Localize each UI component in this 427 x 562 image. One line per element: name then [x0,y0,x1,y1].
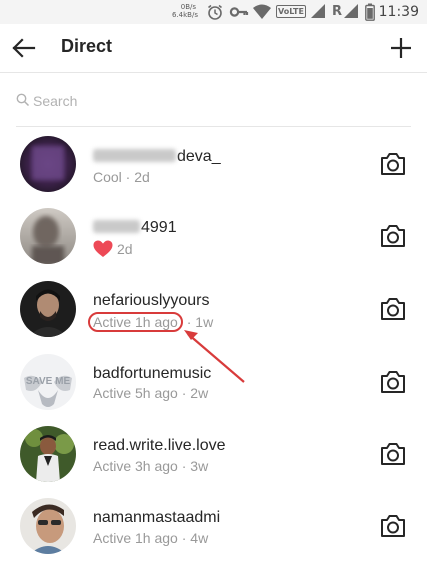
thread-username: namanmastaadmi [93,509,221,526]
avatar-badge-text: SAVE ME [26,376,71,387]
camera-icon[interactable] [379,223,407,249]
thread-username: 4991 [93,219,177,237]
avatar[interactable]: SAVE ME [20,354,76,410]
active-status-highlight: Active 1h ago [88,312,183,332]
thread-row[interactable]: 4991 2d [0,200,427,272]
page-title: Direct [61,36,113,56]
thread-preview: 2d [93,240,133,258]
thread-username: nefariouslyyours [93,292,210,309]
thread-row[interactable]: read.write.live.love Active 3h ago · 3w [0,418,427,490]
avatar[interactable] [20,498,76,554]
back-arrow-icon[interactable] [10,36,38,60]
message-age: 3w [190,458,209,474]
thread-preview: Active 3h ago · 3w [93,458,209,474]
roaming-signal-icon [344,4,358,18]
message-age: 2d [117,241,133,257]
clock: 11:39 [378,4,419,20]
avatar[interactable] [20,426,76,482]
search-divider [16,126,411,127]
avatar-image [20,281,76,337]
camera-icon[interactable] [379,369,407,395]
active-status: Active 5h ago [93,385,178,401]
app-header: Direct [0,24,427,72]
avatar-image: SAVE ME [20,354,76,410]
avatar-image [20,426,76,482]
alarm-icon [208,4,222,20]
thread-preview: Cool · 2d [93,169,150,185]
active-status: Active 1h ago [93,530,178,546]
username-suffix: deva_ [177,148,221,165]
message-age: 2w [190,385,209,401]
avatar-image [20,136,76,192]
last-message: Cool [93,169,122,185]
search-bar[interactable] [14,88,412,116]
signal-icon [311,4,325,18]
username-suffix: 4991 [141,219,177,236]
thread-username: badfortunemusic [93,365,212,382]
thread-preview: Active 5h ago · 2w [93,385,209,401]
obscured-username [93,149,176,162]
avatar-image [20,208,76,264]
camera-icon[interactable] [379,296,407,322]
avatar[interactable] [20,281,76,337]
new-message-plus-icon[interactable] [389,36,413,60]
obscured-username [93,220,140,233]
wifi-icon [253,4,271,19]
camera-icon[interactable] [379,441,407,467]
camera-icon[interactable] [379,513,407,539]
network-rate: 0B/s 6.4kB/s [172,3,198,19]
heart-icon [93,240,113,257]
search-icon [16,93,30,107]
thread-row[interactable]: SAVE ME badfortunemusic Active 5h ago · … [0,346,427,418]
avatar[interactable] [20,208,76,264]
header-divider [0,72,427,73]
thread-preview: Active 1h ago · 4w [93,530,209,546]
thread-username: deva_ [93,148,221,166]
camera-icon[interactable] [379,151,407,177]
volte-icon: VoLTE [276,5,306,18]
active-status: Active 3h ago [93,458,178,474]
key-icon [229,7,249,17]
network-rate-up: 0B/s [180,3,196,11]
avatar-image [20,498,76,554]
network-rate-down: 6.4kB/s [172,11,198,19]
battery-icon [365,3,375,21]
avatar[interactable] [20,136,76,192]
message-age: 4w [190,530,209,546]
thread-row[interactable]: namanmastaadmi Active 1h ago · 4w [0,490,427,562]
roaming-indicator: R [332,4,343,19]
thread-row[interactable]: deva_ Cool · 2d [0,128,427,200]
status-bar: 0B/s 6.4kB/s VoLTE R 11:39 [0,0,427,24]
thread-username: read.write.live.love [93,437,226,454]
message-age: 2d [134,169,150,185]
search-input[interactable] [33,90,393,112]
